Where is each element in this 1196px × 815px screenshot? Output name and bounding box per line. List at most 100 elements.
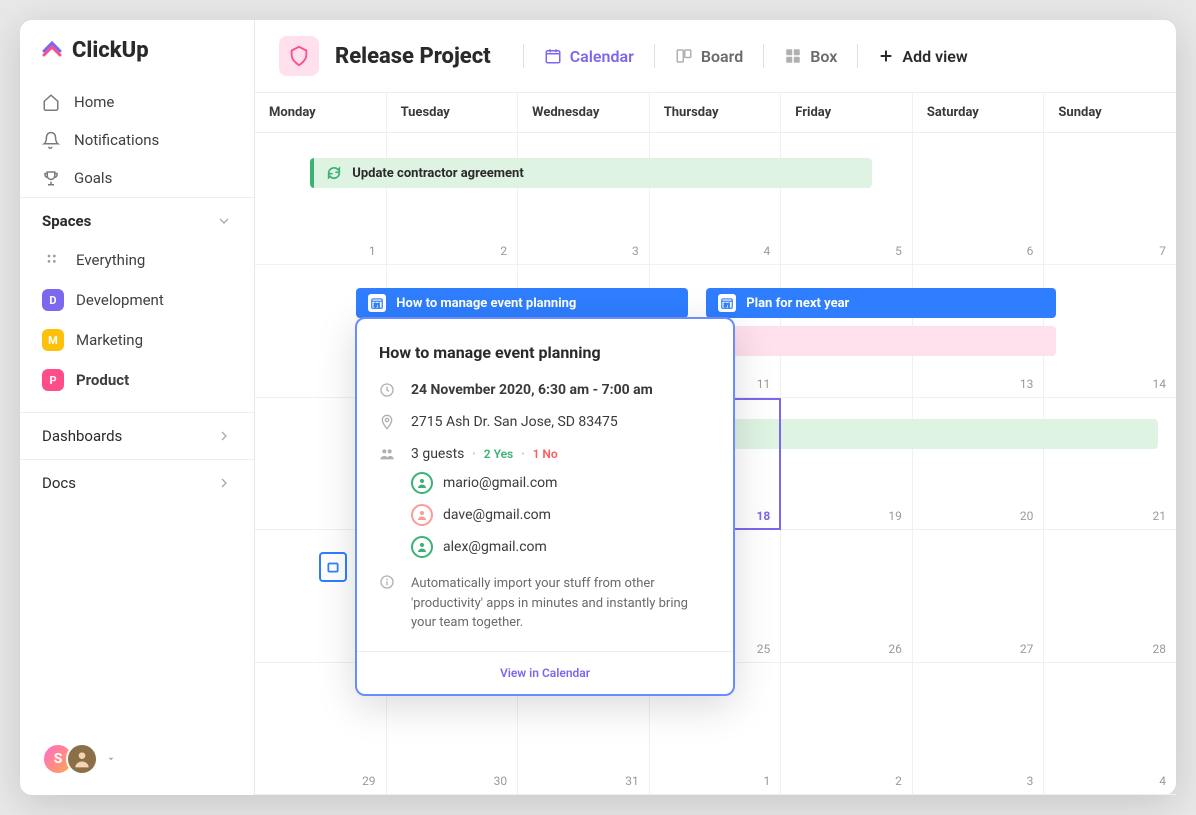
- section-docs[interactable]: Docs: [20, 459, 254, 506]
- avatar: [66, 743, 98, 775]
- section-label: Dashboards: [42, 427, 122, 445]
- brand-name: ClickUp: [72, 38, 149, 63]
- guests-no: 1 No: [533, 447, 558, 461]
- calendar-cell[interactable]: 3: [913, 663, 1045, 795]
- date-number: 1: [369, 244, 376, 258]
- calendar-cell[interactable]: 4: [650, 133, 782, 265]
- calendar-cell[interactable]: 19: [781, 398, 913, 530]
- calendar-icon: 31: [368, 294, 386, 312]
- view-calendar[interactable]: Calendar: [540, 43, 638, 70]
- sidebar-everything[interactable]: Everything: [20, 240, 254, 280]
- calendar-cell[interactable]: 21: [1044, 398, 1176, 530]
- event-title: How to manage event planning: [396, 296, 576, 311]
- nav-label: Home: [74, 93, 114, 111]
- space-development[interactable]: D Development: [20, 280, 254, 320]
- space-marketing[interactable]: M Marketing: [20, 320, 254, 360]
- spaces-header[interactable]: Spaces: [20, 197, 254, 240]
- popup-location-row: 2715 Ash Dr. San Jose, SD 83475: [379, 414, 711, 430]
- view-in-calendar-link[interactable]: View in Calendar: [357, 651, 733, 694]
- calendar-cell[interactable]: 20: [913, 398, 1045, 530]
- space-label: Development: [76, 291, 164, 309]
- date-number: 27: [1020, 642, 1034, 656]
- day-header: Monday: [255, 93, 387, 132]
- event-small-indicator[interactable]: [319, 552, 347, 582]
- date-number: 20: [1020, 509, 1034, 523]
- view-label: Calendar: [570, 47, 634, 66]
- project-icon: [279, 36, 319, 76]
- calendar-cell[interactable]: 28: [1044, 530, 1176, 662]
- section-dashboards[interactable]: Dashboards: [20, 412, 254, 459]
- date-number: 7: [1159, 244, 1166, 258]
- calendar-cell[interactable]: 5: [781, 133, 913, 265]
- guest-avatar-icon: [411, 504, 433, 526]
- date-number: 25: [757, 642, 771, 656]
- date-number: 31: [625, 774, 639, 788]
- calendar-cell[interactable]: 26: [781, 530, 913, 662]
- event-planning[interactable]: 31 How to manage event planning: [356, 288, 688, 318]
- calendar-cell[interactable]: 3: [518, 133, 650, 265]
- date-number: 14: [1152, 377, 1166, 391]
- clock-icon: [379, 382, 395, 398]
- nav-notifications[interactable]: Notifications: [20, 121, 254, 159]
- space-badge: M: [42, 329, 64, 351]
- space-label: Product: [76, 371, 129, 389]
- date-number: 28: [1152, 642, 1166, 656]
- date-number: 19: [888, 509, 902, 523]
- app-window: ClickUp Home Notifications Goals Spaces: [20, 20, 1176, 795]
- calendar-cell[interactable]: 2: [781, 663, 913, 795]
- board-icon: [675, 47, 693, 65]
- calendar-cell[interactable]: 2: [387, 133, 519, 265]
- date-number: 21: [1152, 509, 1166, 523]
- nav-home[interactable]: Home: [20, 83, 254, 121]
- svg-text:31: 31: [724, 303, 731, 309]
- separator: [654, 44, 655, 68]
- date-number: 2: [895, 774, 902, 788]
- popup-description: Automatically import your stuff from oth…: [411, 574, 711, 633]
- event-popup: How to manage event planning 24 November…: [355, 317, 735, 696]
- calendar-cell[interactable]: 7: [1044, 133, 1176, 265]
- event-title: Update contractor agreement: [352, 166, 523, 181]
- trophy-icon: [42, 169, 60, 187]
- view-label: Add view: [902, 47, 967, 66]
- chevron-right-icon: [216, 428, 232, 444]
- nav-goals[interactable]: Goals: [20, 159, 254, 197]
- popup-guests-row: 3 guests • 2 Yes • 1 No mario@gmail.com: [379, 446, 711, 558]
- guests-count: 3 guests: [411, 446, 464, 462]
- section-label: Docs: [42, 474, 76, 492]
- calendar-cell[interactable]: 14: [1044, 265, 1176, 397]
- calendar-icon: 31: [718, 294, 736, 312]
- logo[interactable]: ClickUp: [20, 38, 254, 83]
- guest-email: alex@gmail.com: [443, 539, 547, 555]
- guest-item: dave@gmail.com: [411, 504, 711, 526]
- calendar-cell[interactable]: 4: [1044, 663, 1176, 795]
- dot-separator: •: [472, 449, 475, 460]
- grid-dots-icon: [42, 249, 64, 271]
- user-avatar-stack[interactable]: S: [42, 743, 116, 775]
- guests-yes: 2 Yes: [484, 447, 513, 461]
- event-pink-bar[interactable]: [706, 326, 1056, 356]
- nav-label: Notifications: [74, 131, 159, 149]
- day-header: Sunday: [1044, 93, 1176, 132]
- date-number: 1: [764, 774, 771, 788]
- day-header: Wednesday: [518, 93, 650, 132]
- plus-icon: [878, 48, 894, 64]
- recurring-icon: [326, 165, 342, 181]
- calendar-cell[interactable]: 6: [913, 133, 1045, 265]
- dot-separator: •: [521, 449, 524, 460]
- date-number: 3: [632, 244, 639, 258]
- event-next-year[interactable]: 31 Plan for next year: [706, 288, 1056, 318]
- date-number: 4: [764, 244, 771, 258]
- event-contractor[interactable]: Update contractor agreement: [310, 158, 872, 188]
- date-number: 29: [362, 774, 376, 788]
- spaces-label: Spaces: [42, 212, 91, 230]
- view-board[interactable]: Board: [671, 43, 747, 70]
- calendar-cell[interactable]: 27: [913, 530, 1045, 662]
- event-title: Plan for next year: [746, 296, 849, 311]
- calendar-cell[interactable]: 1: [255, 133, 387, 265]
- view-box[interactable]: Box: [780, 43, 841, 70]
- view-label: Board: [701, 47, 743, 66]
- box-icon: [784, 47, 802, 65]
- date-number: 13: [1020, 377, 1034, 391]
- add-view-button[interactable]: Add view: [874, 43, 971, 70]
- space-product[interactable]: P Product: [20, 360, 254, 400]
